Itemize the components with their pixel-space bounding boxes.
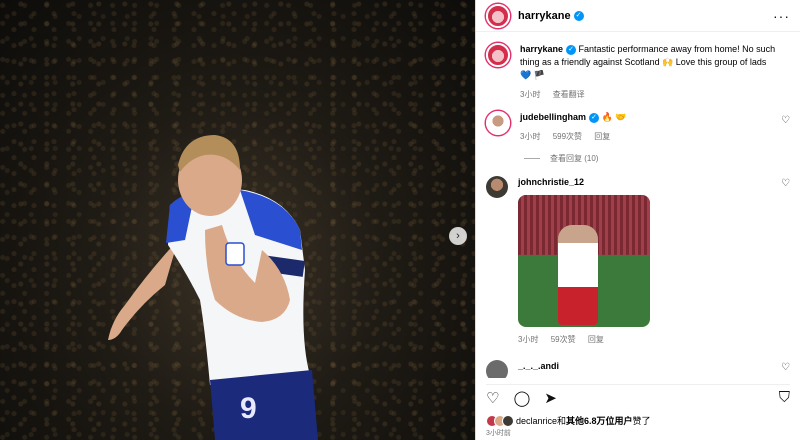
replies-divider [524,158,540,159]
see-translation-link[interactable]: 查看翻译 [553,90,585,99]
like-comment-heart-icon[interactable]: ♡ [781,115,790,126]
comment-username[interactable]: johnchristie_12 [518,177,584,187]
verified-badge-icon: ✓ [566,45,577,55]
next-image-button[interactable]: › [449,227,467,245]
share-send-icon[interactable]: ➤ [544,389,557,407]
comment-gif-image[interactable] [518,195,650,327]
caption-username[interactable]: harrykane [520,44,563,54]
save-bookmark-icon[interactable]: ⛉ [779,389,790,406]
comments-list: harrykane ✓ Fantastic performance away fr… [476,33,800,378]
comment-icon[interactable]: ◯ [513,389,530,407]
comment-username[interactable]: _._._.andi [518,361,559,371]
post-viewer: 9 › harrykane ✓ ··· harrykane ✓ Fantastic… [0,0,800,440]
liker-avatar [502,414,514,427]
view-replies-label[interactable]: 查看回复 (10) [550,153,598,164]
like-heart-icon[interactable]: ♡ [486,389,499,407]
comment-row: johnchristie_12 3小时 59次赞 回复 ♡ [476,164,800,346]
comment-time: 3小时 [518,335,539,344]
commenter-avatar[interactable] [486,111,510,135]
liker-avatars [486,414,514,427]
comment-likes[interactable]: 599次赞 [553,132,582,141]
gif-player [558,225,598,325]
comment-likes[interactable]: 59次赞 [551,335,576,344]
verified-badge-icon: ✓ [573,10,584,21]
comment-text: 🔥 🤝 [601,112,627,122]
likes-prefix[interactable]: declanrice和 [516,414,566,427]
author-avatar[interactable] [486,3,510,28]
verified-badge-icon: ✓ [589,113,600,123]
player-photo: 9 [108,135,318,440]
post-actions-bar: ♡ ◯ ➤ ⛉ [486,384,790,407]
view-replies-button[interactable]: 查看回复 (10) [524,153,800,164]
comment-time: 3小时 [520,132,541,141]
like-comment-heart-icon[interactable]: ♡ [781,178,790,189]
caption-time: 3小时 [520,90,541,99]
caption-row: harrykane ✓ Fantastic performance away fr… [476,33,800,101]
likes-suffix: 赞了 [632,416,651,426]
posted-time: 3小时前 [486,430,511,437]
post-header: harrykane ✓ ··· [476,0,800,32]
reply-button[interactable]: 回复 [588,335,604,344]
commenter-avatar[interactable] [486,360,508,378]
caption-emoji: 💙 🏴 [520,70,545,80]
comment-row: judebellingham ✓ 🔥 🤝 3小时 599次赞 回复 ♡ [476,101,800,143]
caption-avatar[interactable] [486,43,510,67]
comment-row: _._._.andi ♡ [476,346,800,378]
svg-text:9: 9 [240,392,257,425]
likes-bold[interactable]: 其他6.8万位用户 [566,414,633,427]
like-comment-heart-icon[interactable]: ♡ [781,362,790,373]
post-image: 9 › [0,0,475,440]
more-options-icon[interactable]: ··· [773,8,790,24]
post-side-panel: harrykane ✓ ··· harrykane ✓ Fantastic per… [475,0,800,440]
likes-summary[interactable]: declanrice和 其他6.8万位用户 赞了 [486,414,790,427]
comment-username[interactable]: judebellingham [520,112,586,122]
reply-button[interactable]: 回复 [594,132,610,141]
commenter-avatar[interactable] [486,176,508,198]
author-username[interactable]: harrykane [518,10,571,22]
